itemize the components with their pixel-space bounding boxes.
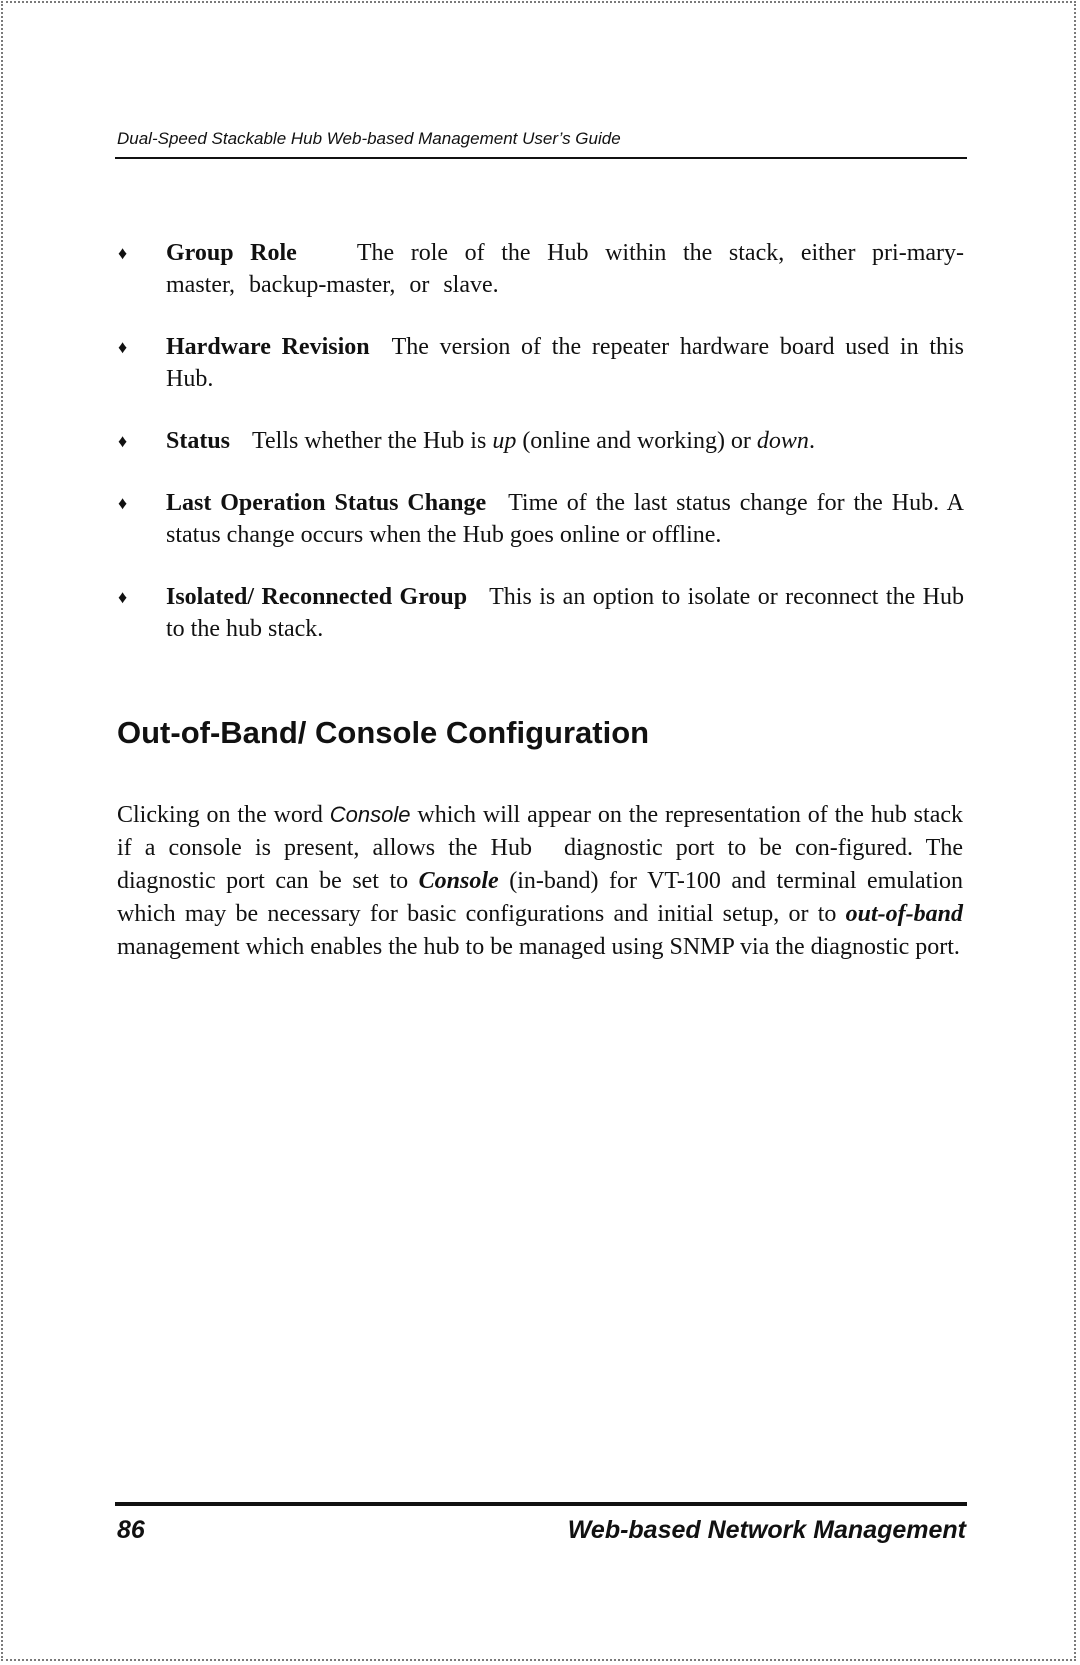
list-item: ♦ Status Tells whether the Hub is up (onl… bbox=[118, 425, 964, 457]
running-header: Dual-Speed Stackable Hub Web-based Manag… bbox=[117, 129, 621, 148]
diamond-bullet-icon: ♦ bbox=[118, 431, 128, 451]
console-emphasis: Console bbox=[418, 868, 499, 894]
text-run: (online and working) or bbox=[516, 428, 757, 454]
text-run: . bbox=[808, 428, 815, 454]
list-item-term: Status bbox=[166, 428, 231, 454]
diamond-bullet-icon: ♦ bbox=[118, 493, 128, 513]
page-number: 86 bbox=[117, 1516, 145, 1544]
list-item: ♦ Hardware Revision The version of the re… bbox=[118, 331, 964, 395]
text-run: Clicking on the word bbox=[117, 802, 330, 828]
diamond-bullet-icon: ♦ bbox=[118, 587, 128, 607]
list-item-description: Tells whether the Hub is up (online and … bbox=[252, 428, 815, 454]
italic-down: down bbox=[756, 428, 809, 454]
header-rule bbox=[115, 157, 967, 159]
chapter-title: Web-based Network Management bbox=[567, 1516, 966, 1544]
list-item: ♦ Isolated/ Reconnected Group This is an … bbox=[118, 581, 964, 645]
console-word: Console bbox=[329, 802, 411, 827]
list-item-term: Group Role bbox=[166, 240, 297, 266]
out-of-band-emphasis: out-of-band bbox=[845, 901, 963, 927]
diamond-bullet-icon: ♦ bbox=[118, 243, 128, 263]
list-item: ♦ Group Role The role of the Hub within t… bbox=[118, 237, 964, 301]
diamond-bullet-icon: ♦ bbox=[118, 337, 128, 357]
list-item-term: Isolated/ Reconnected Group bbox=[166, 584, 468, 610]
text-run: Tells whether the Hub is bbox=[252, 428, 493, 454]
italic-up: up bbox=[492, 428, 517, 454]
body-paragraph: Clicking on the word Console which will … bbox=[117, 798, 963, 964]
section-heading: Out-of-Band/ Console Configuration bbox=[117, 715, 650, 750]
footer-rule bbox=[115, 1502, 967, 1506]
list-item-term: Hardware Revision bbox=[166, 334, 370, 360]
list-item-term: Last Operation Status Change bbox=[166, 490, 487, 516]
text-run: management which enables the hub to be m… bbox=[117, 934, 960, 960]
bullet-list: ♦ Group Role The role of the Hub within t… bbox=[118, 237, 964, 675]
list-item: ♦ Last Operation Status Change Time of th… bbox=[118, 487, 964, 551]
